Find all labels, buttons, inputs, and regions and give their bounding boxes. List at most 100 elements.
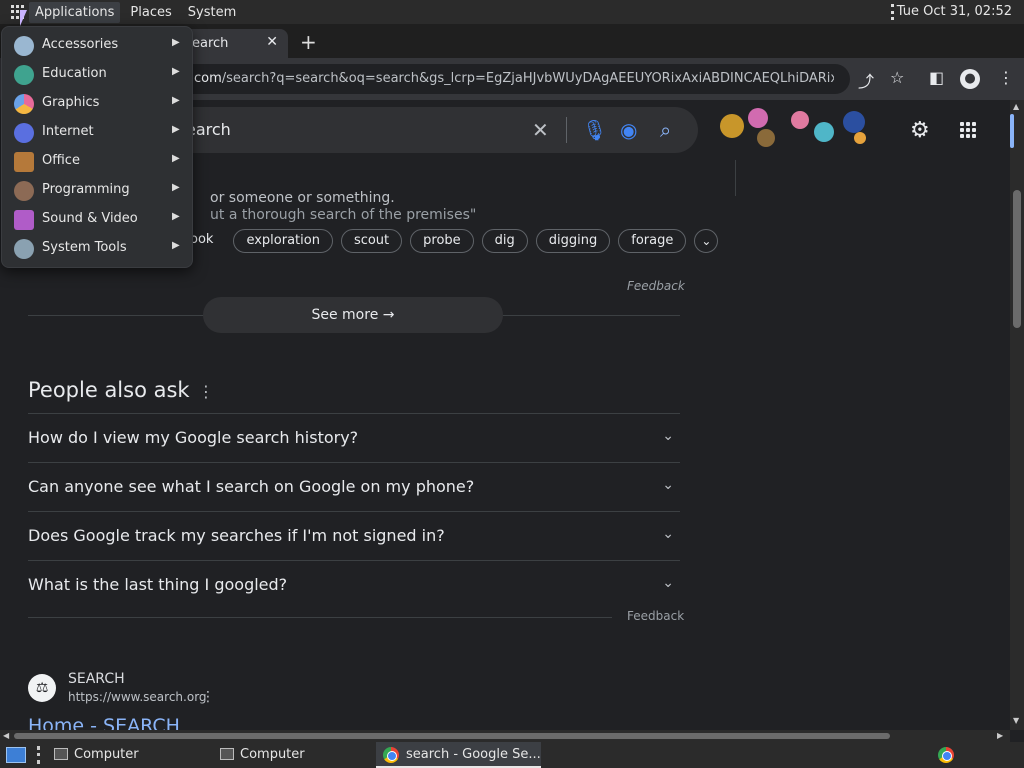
- taskbar-task-active[interactable]: search - Google Se...: [376, 742, 541, 768]
- doodle-image[interactable]: [714, 100, 874, 156]
- office-icon: [14, 152, 34, 172]
- result-site-name: SEARCH: [68, 671, 125, 687]
- menu-item-system-tools[interactable]: System Tools ▶: [2, 234, 192, 263]
- side-panel-icon[interactable]: ◧: [929, 68, 944, 87]
- synonym-chip[interactable]: exploration: [233, 229, 333, 253]
- menu-item-programming[interactable]: Programming ▶: [2, 176, 192, 205]
- paa-question-text: Does Google track my searches if I'm not…: [28, 526, 445, 545]
- paa-question-text: How do I view my Google search history?: [28, 428, 359, 447]
- paa-question[interactable]: What is the last thing I googled? ⌄: [28, 560, 680, 609]
- url-host: com: [194, 71, 222, 86]
- paa-question[interactable]: Can anyone see what I search on Google o…: [28, 462, 680, 511]
- taskbar-task[interactable]: Computer: [214, 742, 374, 768]
- menu-item-label: System Tools: [42, 240, 127, 255]
- submenu-arrow-icon: ▶: [172, 66, 180, 77]
- applications-menu[interactable]: Applications: [29, 1, 121, 23]
- mouse-cursor-icon: [20, 10, 34, 26]
- chevron-down-icon: ⌄: [662, 575, 674, 591]
- scroll-up-icon[interactable]: ▲: [1013, 102, 1019, 111]
- programming-icon: [14, 181, 34, 201]
- result-options-icon[interactable]: ⋮: [201, 689, 215, 705]
- submenu-arrow-icon: ▶: [172, 182, 180, 193]
- url-text[interactable]: com/search?q=search&oq=search&gs_lcrp=Eg…: [194, 71, 834, 86]
- see-more-button[interactable]: See more →: [203, 297, 503, 333]
- sound-video-icon: [14, 210, 34, 230]
- scroll-accent: [1010, 114, 1014, 148]
- chrome-icon: [383, 747, 399, 763]
- submenu-arrow-icon: ▶: [172, 37, 180, 48]
- feedback-link[interactable]: Feedback: [627, 279, 685, 293]
- system-menu[interactable]: System: [182, 2, 242, 23]
- arrow-right-icon: →: [382, 307, 395, 323]
- show-desktop-icon[interactable]: [6, 747, 26, 763]
- lens-icon[interactable]: ◉: [620, 118, 637, 142]
- clear-icon[interactable]: ✕: [532, 118, 549, 142]
- synonym-chip[interactable]: probe: [410, 229, 474, 253]
- taskbar-task[interactable]: Computer: [48, 742, 208, 768]
- horizontal-scroll-thumb[interactable]: [14, 733, 890, 739]
- synonym-chip[interactable]: digging: [535, 229, 611, 253]
- tab-close-icon[interactable]: ✕: [266, 34, 278, 50]
- menu-item-label: Internet: [42, 124, 94, 139]
- synonym-chips: ook exploration scout probe dig digging …: [190, 229, 719, 253]
- new-tab-button[interactable]: +: [300, 30, 317, 54]
- search-icon[interactable]: ⌕: [660, 118, 671, 142]
- google-apps-icon[interactable]: [960, 122, 976, 138]
- vertical-scrollbar[interactable]: ▲ ▼: [1010, 100, 1024, 730]
- computer-icon: [220, 748, 234, 760]
- definition-text: or someone or something.: [210, 190, 395, 206]
- paa-question[interactable]: Does Google track my searches if I'm not…: [28, 511, 680, 560]
- submenu-arrow-icon: ▶: [172, 211, 180, 222]
- menu-item-label: Programming: [42, 182, 130, 197]
- feedback-link[interactable]: Feedback: [627, 609, 684, 623]
- submenu-arrow-icon: ▶: [172, 240, 180, 251]
- share-icon[interactable]: ⤴: [858, 68, 874, 92]
- scroll-down-icon[interactable]: ▼: [1013, 716, 1019, 725]
- settings-gear-icon[interactable]: ⚙: [910, 118, 930, 143]
- menu-item-label: Graphics: [42, 95, 100, 110]
- vertical-divider: [735, 160, 736, 196]
- profile-icon[interactable]: ●: [960, 69, 980, 89]
- taskbar-handle-icon: [37, 746, 40, 764]
- applications-dropdown: Accessories ▶ Education ▶ Graphics ▶ Int…: [1, 26, 193, 268]
- chrome-tray-icon[interactable]: [938, 747, 954, 763]
- clock[interactable]: Tue Oct 31, 02:52: [897, 4, 1012, 19]
- menu-item-sound-video[interactable]: Sound & Video ▶: [2, 205, 192, 234]
- scroll-right-icon[interactable]: ▶: [997, 731, 1003, 740]
- education-icon: [14, 65, 34, 85]
- task-label: Computer: [74, 747, 139, 762]
- browser-menu-icon[interactable]: ⋮: [998, 68, 1014, 87]
- synonym-chip[interactable]: ook: [190, 229, 225, 253]
- address-bar[interactable]: com/search?q=search&oq=search&gs_lcrp=Eg…: [150, 64, 850, 94]
- top-panel: Applications Places System Tue Oct 31, 0…: [0, 0, 1024, 24]
- search-divider: [566, 117, 567, 143]
- browser-tab[interactable]: earch ✕: [180, 29, 288, 58]
- scroll-left-icon[interactable]: ◀: [3, 731, 9, 740]
- panel-handle-icon: [891, 4, 895, 20]
- bookmark-star-icon[interactable]: ☆: [890, 68, 904, 87]
- more-options-icon[interactable]: ⋮: [198, 382, 214, 401]
- chevron-down-icon[interactable]: ⌄: [694, 229, 719, 253]
- divider: [28, 617, 612, 618]
- synonym-chip[interactable]: forage: [618, 229, 687, 253]
- menu-item-office[interactable]: Office ▶: [2, 147, 192, 176]
- menu-item-accessories[interactable]: Accessories ▶: [2, 31, 192, 60]
- synonym-chip[interactable]: scout: [340, 229, 403, 253]
- chevron-down-icon: ⌄: [662, 428, 674, 444]
- search-box[interactable]: earch ✕ 🎙 ◉ ⌕: [150, 107, 698, 153]
- taskbar: Computer Computer search - Google Se...: [0, 742, 1024, 768]
- places-menu[interactable]: Places: [124, 2, 177, 23]
- submenu-arrow-icon: ▶: [172, 95, 180, 106]
- horizontal-scrollbar[interactable]: ◀ ▶: [0, 730, 1010, 742]
- submenu-arrow-icon: ▶: [172, 153, 180, 164]
- menu-item-education[interactable]: Education ▶: [2, 60, 192, 89]
- menu-item-graphics[interactable]: Graphics ▶: [2, 89, 192, 118]
- task-label: Computer: [240, 747, 305, 762]
- voice-search-icon[interactable]: 🎙: [582, 118, 607, 142]
- synonym-chip[interactable]: dig: [481, 229, 528, 253]
- result-title-link[interactable]: Home - SEARCH: [28, 715, 180, 730]
- menu-item-label: Sound & Video: [42, 211, 138, 226]
- menu-item-internet[interactable]: Internet ▶: [2, 118, 192, 147]
- paa-question[interactable]: How do I view my Google search history? …: [28, 413, 680, 462]
- vertical-scroll-thumb[interactable]: [1013, 190, 1021, 328]
